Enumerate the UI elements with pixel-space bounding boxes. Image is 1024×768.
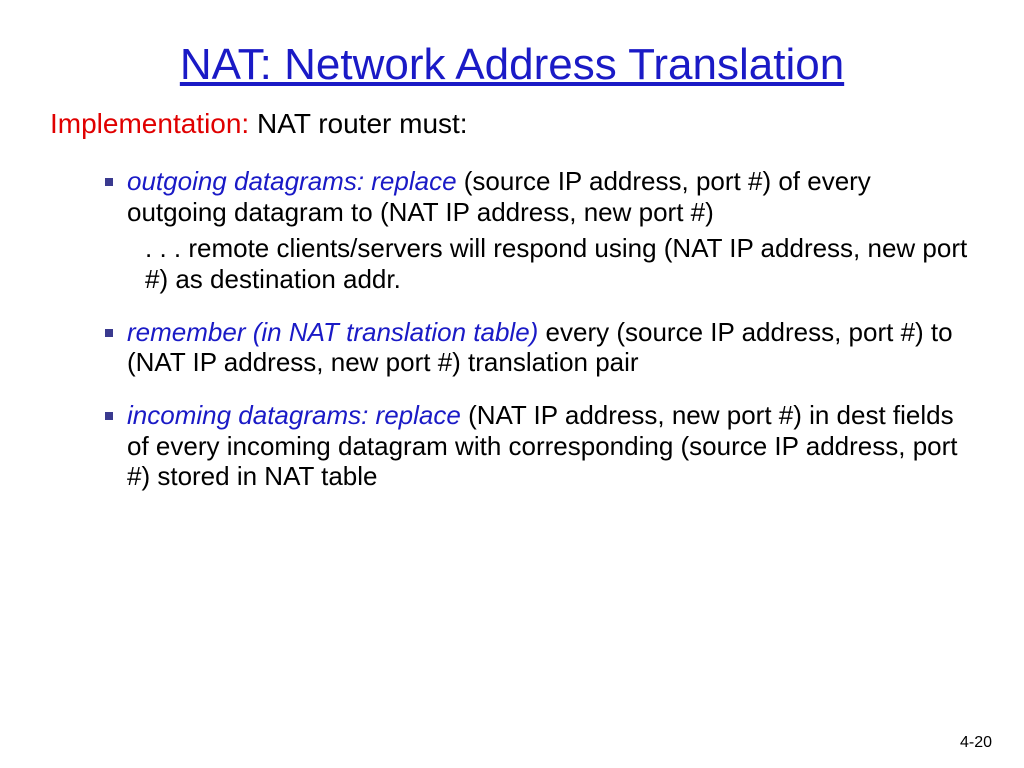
bullet-blue: remember (in NAT translation table): [127, 317, 538, 347]
bullet-body: outgoing datagrams: replace (source IP a…: [127, 166, 974, 227]
bullet-blue: incoming datagrams: replace: [127, 400, 461, 430]
list-item: incoming datagrams: replace (NAT IP addr…: [105, 400, 974, 492]
bullet-subnote: . . . remote clients/servers will respon…: [105, 233, 974, 294]
slide-title: NAT: Network Address Translation: [50, 40, 974, 90]
bullet-icon: [105, 178, 113, 186]
page-number: 4-20: [960, 734, 992, 752]
bullet-icon: [105, 412, 113, 420]
bullet-icon: [105, 329, 113, 337]
bullet-body: remember (in NAT translation table) ever…: [127, 317, 974, 378]
bullet-blue: outgoing datagrams: replace: [127, 166, 457, 196]
list-item: outgoing datagrams: replace (source IP a…: [105, 166, 974, 295]
bullet-body: incoming datagrams: replace (NAT IP addr…: [127, 400, 974, 492]
slide: NAT: Network Address Translation Impleme…: [0, 0, 1024, 544]
lead-red: Implementation:: [50, 108, 249, 139]
lead-line: Implementation: NAT router must:: [50, 108, 974, 140]
list-item: remember (in NAT translation table) ever…: [105, 317, 974, 378]
bullet-list: outgoing datagrams: replace (source IP a…: [50, 166, 974, 492]
lead-rest: NAT router must:: [249, 108, 467, 139]
